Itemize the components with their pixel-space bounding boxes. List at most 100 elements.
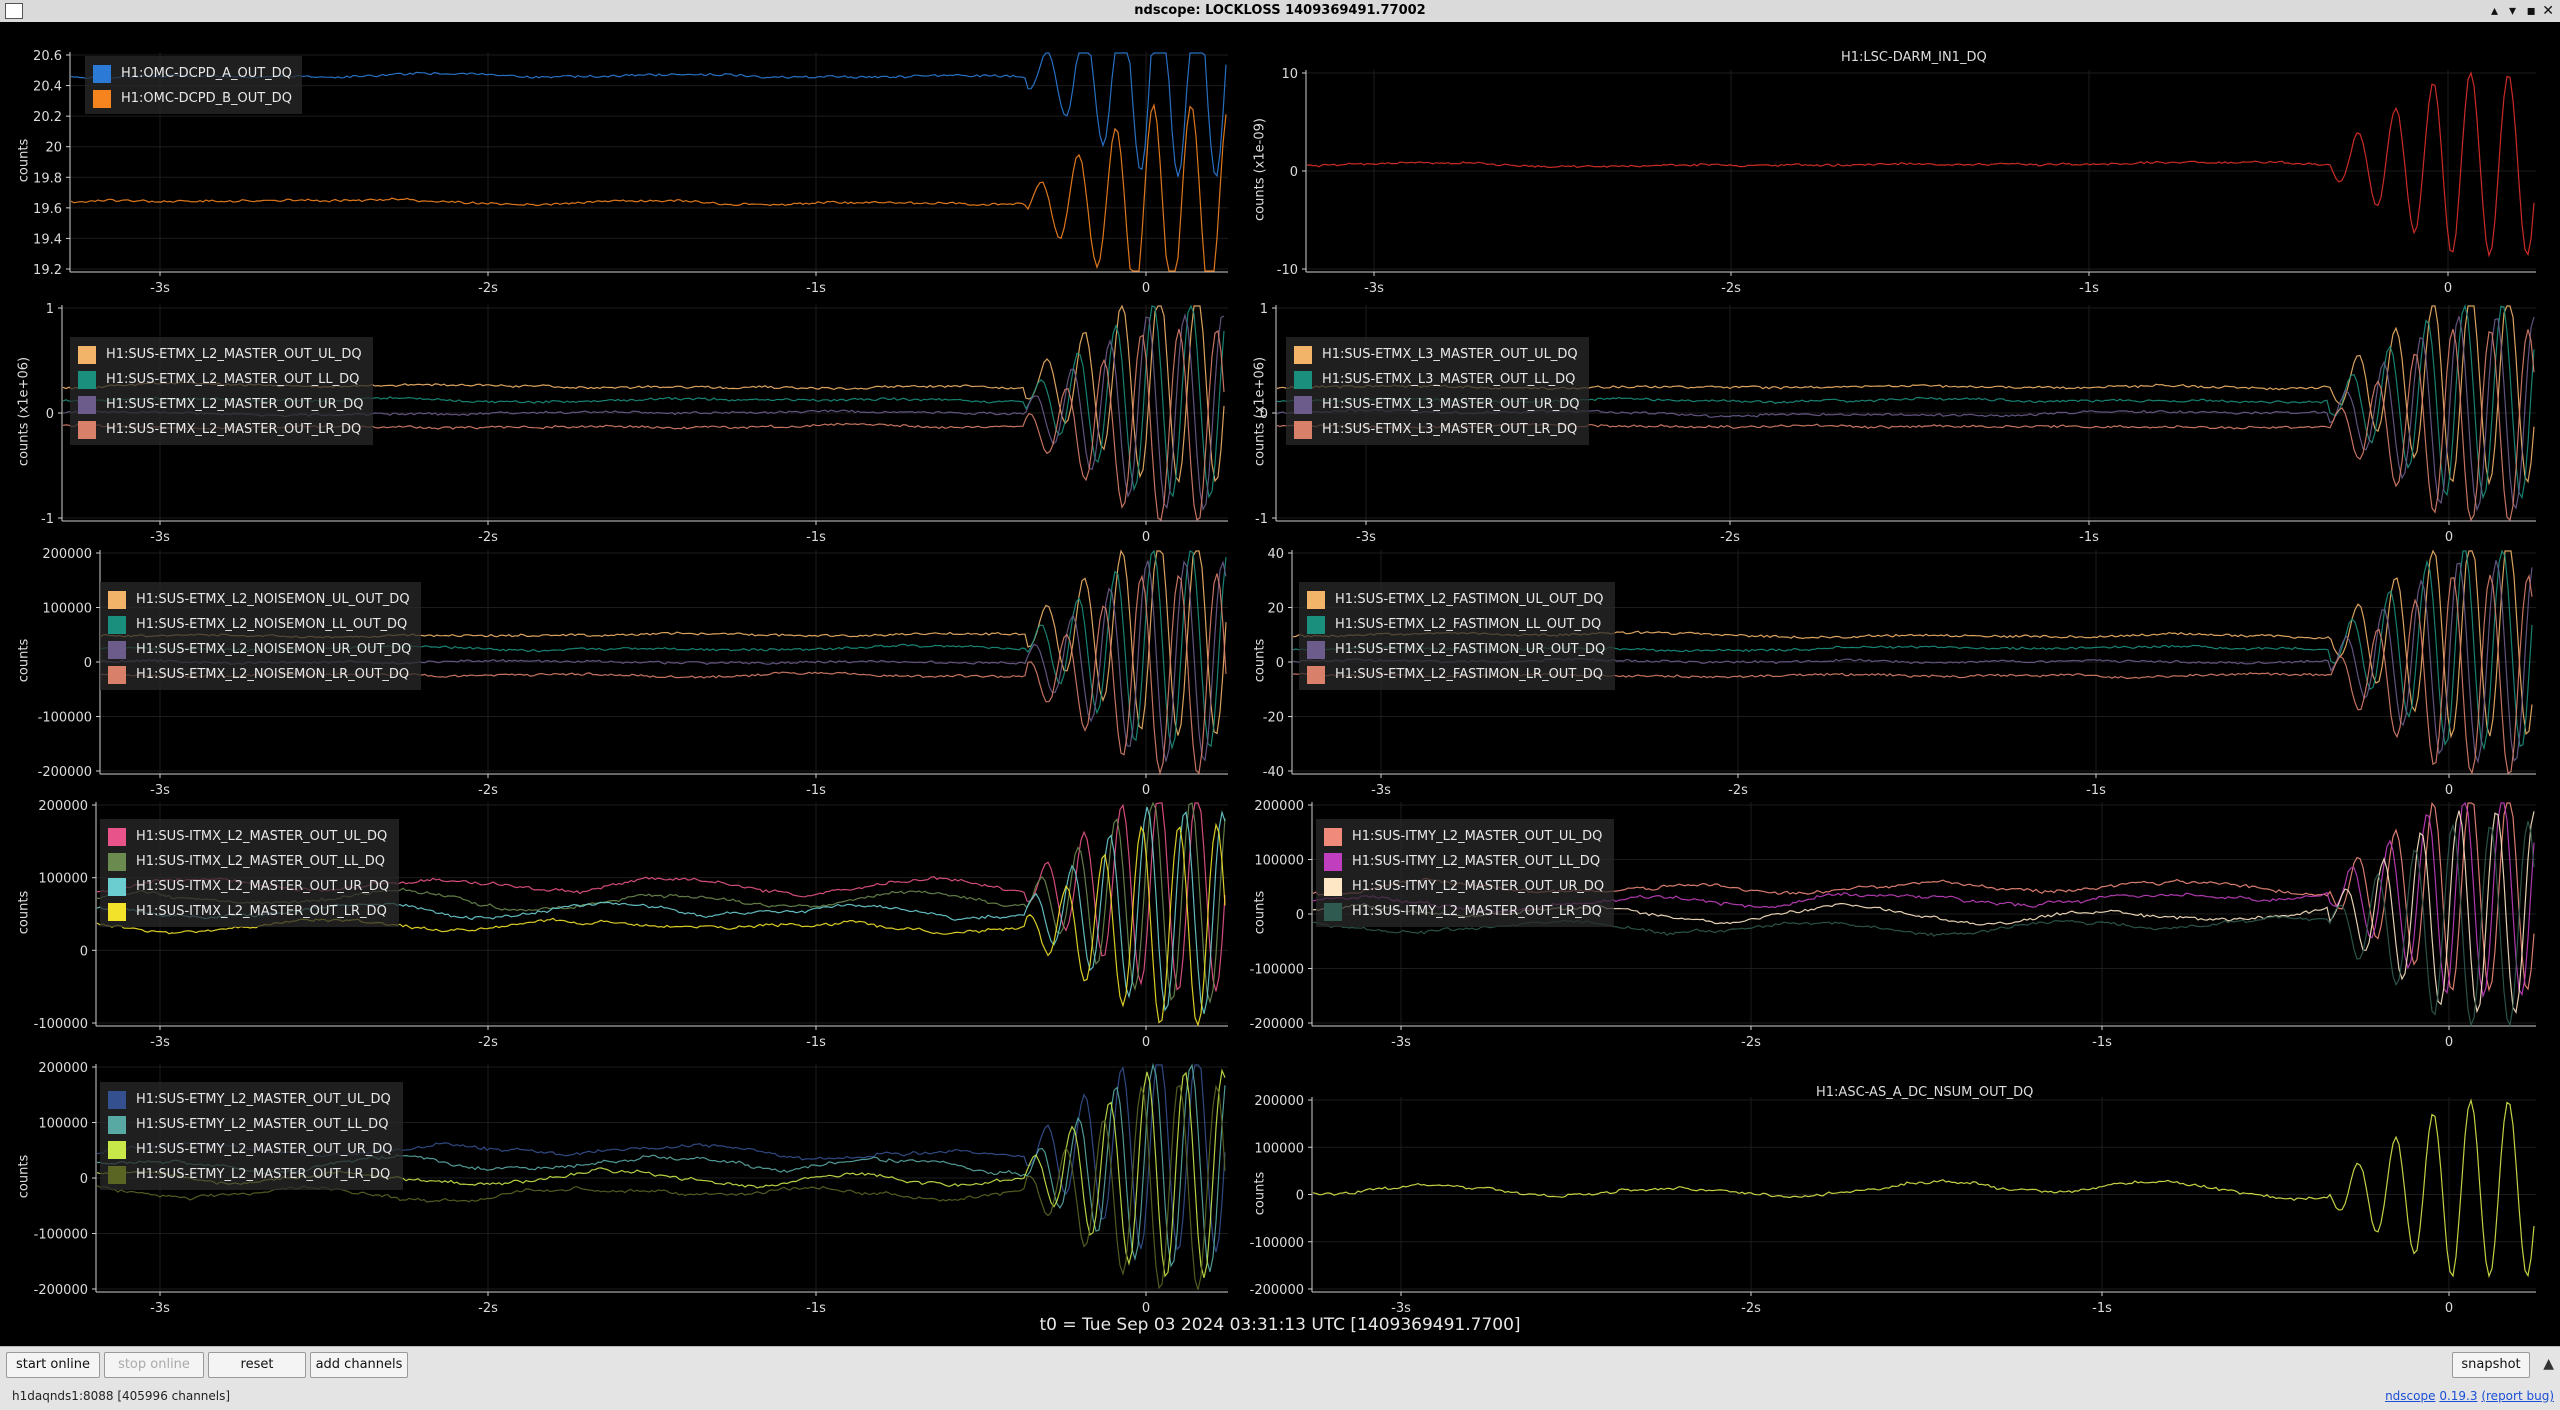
start-online-button[interactable]: start online: [6, 1352, 100, 1378]
plot-p4[interactable]: 1 0 -1 -3s -2s -1s 0 counts (x1e+06) H1:SUS-ETMX…: [1236, 297, 2560, 545]
report-bug-link[interactable]: (report bug): [2481, 1389, 2554, 1403]
snapshot-button[interactable]: snapshot: [2452, 1352, 2530, 1378]
plot-canvas[interactable]: 2000001000000-100000-200000-3s -2s -1s 0: [1236, 1042, 2560, 1316]
plot-legend[interactable]: H1:SUS-ITMY_L2_MASTER_OUT_UL_DQ H1:SUS-IT…: [1316, 819, 1615, 927]
y-tick-label: 0: [1276, 656, 1284, 671]
legend-entry[interactable]: H1:SUS-ITMX_L2_MASTER_OUT_LR_DQ: [108, 899, 389, 924]
reset-button[interactable]: reset: [208, 1352, 306, 1378]
legend-entry[interactable]: H1:SUS-ITMY_L2_MASTER_OUT_LR_DQ: [1324, 899, 1604, 924]
maximize-icon[interactable]: ▪: [2527, 0, 2537, 22]
legend-label: H1:SUS-ETMX_L3_MASTER_OUT_UR_DQ: [1322, 397, 1580, 412]
y-axis-label: counts (x1e-09): [1252, 118, 1268, 221]
plot-p1[interactable]: 20.6 20.4 20.2 20 19.8 19.6 19.4 19.2 -3s -2s -1s 0…: [0, 22, 1236, 296]
legend-entry[interactable]: H1:SUS-ETMX_L2_NOISEMON_LR_OUT_DQ: [108, 662, 411, 687]
legend-swatch: [1307, 615, 1325, 634]
ndscope-link[interactable]: ndscope: [2385, 1389, 2435, 1403]
y-tick-label: -1: [1255, 512, 1268, 527]
legend-entry[interactable]: H1:SUS-ETMX_L2_FASTIMON_LR_OUT_DQ: [1307, 662, 1605, 687]
plot-legend[interactable]: H1:SUS-ETMX_L3_MASTER_OUT_UL_DQ H1:SUS-ET…: [1286, 337, 1590, 445]
legend-entry[interactable]: H1:SUS-ETMY_L2_MASTER_OUT_UR_DQ: [108, 1137, 393, 1162]
plot-p6[interactable]: 40 20 0 -20 -40 -3s -2s -1s 0 counts H1:SUS-ETMX_L…: [1236, 542, 2560, 798]
legend-entry[interactable]: H1:SUS-ETMX_L2_FASTIMON_UR_OUT_DQ: [1307, 637, 1605, 662]
plot-legend[interactable]: H1:SUS-ITMX_L2_MASTER_OUT_UL_DQ H1:SUS-IT…: [100, 819, 400, 927]
legend-entry[interactable]: H1:SUS-ETMY_L2_MASTER_OUT_LR_DQ: [108, 1162, 393, 1187]
legend-label: H1:SUS-ETMX_L2_FASTIMON_UL_OUT_DQ: [1335, 592, 1604, 607]
legend-entry[interactable]: H1:SUS-ITMY_L2_MASTER_OUT_LL_DQ: [1324, 849, 1604, 874]
legend-entry[interactable]: H1:SUS-ETMX_L2_MASTER_OUT_UL_DQ: [78, 342, 363, 367]
legend-swatch: [108, 615, 126, 634]
y-tick-label: -200000: [34, 1283, 88, 1298]
y-tick-label: -40: [1263, 765, 1284, 780]
legend-swatch: [1307, 590, 1325, 609]
legend-swatch: [1324, 852, 1342, 871]
legend-entry[interactable]: H1:SUS-ETMX_L3_MASTER_OUT_UL_DQ: [1294, 342, 1579, 367]
add-channels-button[interactable]: add channels: [310, 1352, 408, 1378]
window-titlebar: ndscope: LOCKLOSS 1409369491.77002 ▴ ▾ ▪…: [0, 0, 2560, 22]
y-tick-label: -200000: [38, 765, 92, 780]
legend-entry[interactable]: H1:SUS-ETMX_L3_MASTER_OUT_UR_DQ: [1294, 392, 1579, 417]
legend-entry[interactable]: H1:SUS-ETMX_L2_MASTER_OUT_UR_DQ: [78, 392, 363, 417]
x-tick-label: -3s: [1364, 281, 1384, 296]
restore-icon[interactable]: ▾: [2509, 0, 2516, 22]
plot-p10[interactable]: 200000 100000 0 -100000 -200000 -3s -2s -1s 0 cou…: [1236, 1042, 2560, 1316]
x-tick-label: -1s: [806, 1301, 826, 1316]
y-tick-label: 19.8: [33, 171, 62, 186]
plot-legend[interactable]: H1:SUS-ETMY_L2_MASTER_OUT_UL_DQ H1:SUS-ET…: [100, 1082, 403, 1190]
legend-swatch: [78, 420, 96, 439]
legend-label: H1:OMC-DCPD_A_OUT_DQ: [121, 66, 292, 81]
y-tick-label: 0: [84, 656, 92, 671]
plot-legend[interactable]: H1:SUS-ETMX_L2_NOISEMON_UL_OUT_DQ H1:SUS-…: [100, 582, 422, 690]
plot-p8[interactable]: 200000 100000 0 -100000 -200000 -3s -2s -1s 0 cou…: [1236, 794, 2560, 1050]
legend-label: H1:SUS-ITMY_L2_MASTER_OUT_UR_DQ: [1352, 879, 1605, 894]
y-tick-label: 0: [80, 944, 88, 959]
legend-entry[interactable]: H1:SUS-ETMX_L2_FASTIMON_UL_OUT_DQ: [1307, 587, 1605, 612]
y-tick-label: -200000: [1250, 1017, 1304, 1032]
legend-entry[interactable]: H1:SUS-ETMX_L2_NOISEMON_UL_OUT_DQ: [108, 587, 411, 612]
y-tick-label: -100000: [38, 711, 92, 726]
x-tick-label: 0: [2445, 1301, 2453, 1316]
trace-line: [1312, 1098, 2535, 1279]
plot-p7[interactable]: 200000 100000 0 -100000 -3s -2s -1s 0 counts H1:S…: [0, 794, 1236, 1050]
legend-entry[interactable]: H1:SUS-ETMX_L2_MASTER_OUT_LR_DQ: [78, 417, 363, 442]
plot-p9[interactable]: 200000 100000 0 -100000 -200000 -3s -2s -1s 0 cou…: [0, 1042, 1236, 1316]
plot-legend[interactable]: H1:SUS-ETMX_L2_FASTIMON_UL_OUT_DQ H1:SUS-…: [1299, 582, 1616, 690]
plot-legend[interactable]: H1:SUS-ETMX_L2_MASTER_OUT_UL_DQ H1:SUS-ET…: [70, 337, 374, 445]
plot-p3[interactable]: 1 0 -1 -3s -2s -1s 0 counts (x1e+06) H1:SUS-ETMX…: [0, 297, 1236, 545]
legend-entry[interactable]: H1:SUS-ITMY_L2_MASTER_OUT_UL_DQ: [1324, 824, 1604, 849]
legend-entry[interactable]: H1:SUS-ITMX_L2_MASTER_OUT_LL_DQ: [108, 849, 389, 874]
plot-p2[interactable]: 10 0 -10 -3s -2s -1s 0 counts (x1e-09) H1:LSC-DA…: [1236, 22, 2560, 296]
y-axis-label: counts: [16, 638, 32, 683]
legend-label: H1:SUS-ETMY_L2_MASTER_OUT_UR_DQ: [136, 1142, 393, 1157]
legend-entry[interactable]: H1:SUS-ETMX_L2_MASTER_OUT_LL_DQ: [78, 367, 363, 392]
legend-entry[interactable]: H1:SUS-ETMX_L2_NOISEMON_LL_OUT_DQ: [108, 612, 411, 637]
legend-label: H1:SUS-ETMX_L2_MASTER_OUT_LL_DQ: [106, 372, 360, 387]
legend-entry[interactable]: H1:SUS-ITMX_L2_MASTER_OUT_UR_DQ: [108, 874, 389, 899]
plot-legend[interactable]: H1:OMC-DCPD_A_OUT_DQ H1:OMC-DCPD_B_OUT_DQ: [85, 56, 302, 114]
legend-entry[interactable]: H1:SUS-ETMX_L2_NOISEMON_UR_OUT_DQ: [108, 637, 411, 662]
legend-swatch: [1324, 902, 1342, 921]
legend-entry[interactable]: H1:SUS-ETMY_L2_MASTER_OUT_UL_DQ: [108, 1087, 393, 1112]
minimize-icon[interactable]: ▴: [2491, 0, 2498, 22]
legend-entry[interactable]: H1:OMC-DCPD_B_OUT_DQ: [93, 86, 292, 111]
x-tick-label: -3s: [1391, 1301, 1411, 1316]
legend-entry[interactable]: H1:SUS-ETMX_L3_MASTER_OUT_LL_DQ: [1294, 367, 1579, 392]
legend-entry[interactable]: H1:SUS-ITMX_L2_MASTER_OUT_UL_DQ: [108, 824, 389, 849]
version-number[interactable]: 0.19.3: [2439, 1389, 2477, 1403]
x-tick-label: -1s: [806, 281, 826, 296]
y-tick-label: 0: [1290, 165, 1298, 180]
legend-label: H1:SUS-ETMX_L2_FASTIMON_UR_OUT_DQ: [1335, 642, 1606, 657]
legend-entry[interactable]: H1:SUS-ETMX_L2_FASTIMON_LL_OUT_DQ: [1307, 612, 1605, 637]
plot-p5[interactable]: 200000 100000 0 -100000 -200000 -3s -2s -1s 0 cou…: [0, 542, 1236, 798]
legend-entry[interactable]: H1:OMC-DCPD_A_OUT_DQ: [93, 61, 292, 86]
close-icon[interactable]: ✕: [2542, 0, 2554, 22]
legend-swatch: [1307, 640, 1325, 659]
legend-swatch: [1324, 827, 1342, 846]
collapse-icon[interactable]: ▲: [2543, 1356, 2554, 1372]
legend-entry[interactable]: H1:SUS-ETMX_L3_MASTER_OUT_LR_DQ: [1294, 417, 1579, 442]
y-tick-label: 100000: [38, 1117, 88, 1132]
legend-swatch: [108, 877, 126, 896]
y-tick-label: 20: [45, 141, 62, 156]
legend-entry[interactable]: H1:SUS-ITMY_L2_MASTER_OUT_UR_DQ: [1324, 874, 1604, 899]
stop-online-button[interactable]: stop online: [104, 1352, 204, 1378]
legend-entry[interactable]: H1:SUS-ETMY_L2_MASTER_OUT_LL_DQ: [108, 1112, 393, 1137]
